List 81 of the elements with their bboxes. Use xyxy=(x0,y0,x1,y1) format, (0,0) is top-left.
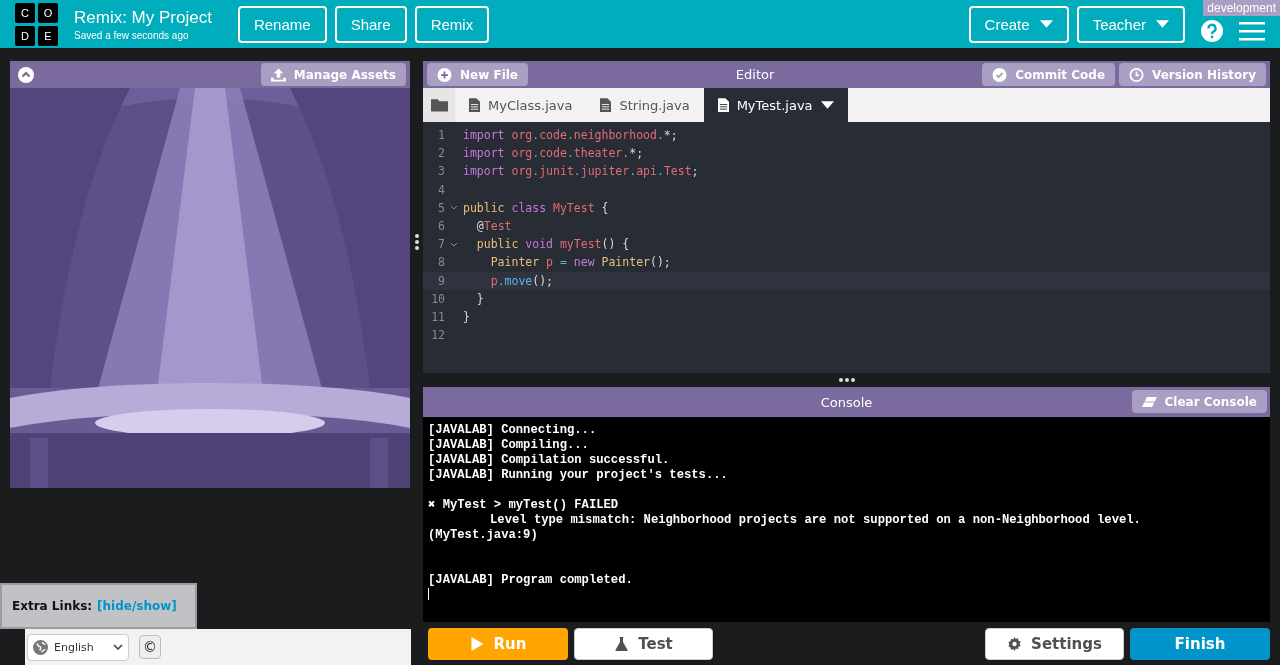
header-button[interactable]: Remix xyxy=(414,5,490,43)
line-number: 11 xyxy=(430,309,445,324)
code-line: } xyxy=(463,309,470,324)
folder-button[interactable] xyxy=(423,88,455,122)
menu-button[interactable]: Teacher xyxy=(1076,5,1185,43)
text-cursor xyxy=(428,588,429,600)
flask-icon xyxy=(614,637,630,651)
line-number: 3 xyxy=(437,164,445,179)
file-icon xyxy=(717,98,729,112)
menu-icon[interactable] xyxy=(1239,21,1265,41)
file-icon xyxy=(469,98,480,112)
console-line: [JAVALAB] Compilation successful. xyxy=(428,453,671,468)
version-history-button[interactable]: Version History xyxy=(1119,63,1266,86)
console-line: (MyTest.java:9) xyxy=(428,528,539,543)
play-icon xyxy=(469,637,485,651)
console-line: [JAVALAB] Running your project's tests... xyxy=(428,468,729,483)
code-line: } xyxy=(475,291,484,306)
header-button[interactable]: Rename xyxy=(237,5,327,43)
upload-icon xyxy=(270,67,286,82)
fold-icon[interactable] xyxy=(450,205,458,211)
clear-console-button[interactable]: Clear Console xyxy=(1131,390,1267,413)
line-number: 6 xyxy=(437,219,445,234)
line-number: 5 xyxy=(437,200,445,215)
line-number: 10 xyxy=(430,291,445,306)
language-select[interactable]: English xyxy=(27,633,129,661)
code-line: public void myTest() { xyxy=(475,237,630,252)
project-title: Remix: My Project xyxy=(74,7,212,28)
console-line: Level type mismatch: Neighborhood projects are not supported on a non-Neighborhood level. xyxy=(489,513,1142,528)
line-number: 12 xyxy=(430,328,445,343)
commit-code-button[interactable]: Commit Code xyxy=(982,63,1116,86)
line-number: 9 xyxy=(437,273,445,288)
editor-title: Editor xyxy=(734,67,776,82)
console-line: ✖ MyTest > myTest() FAILED xyxy=(428,498,620,513)
code-line: import org.code.theater.*; xyxy=(463,146,644,161)
code-line: @Test xyxy=(475,219,512,234)
code-line: p.move(); xyxy=(489,273,554,288)
extra-links-label: Extra Links: xyxy=(12,599,93,613)
line-number: 1 xyxy=(437,128,445,143)
globe-icon xyxy=(33,639,48,655)
caret-icon xyxy=(820,101,834,109)
logo[interactable]: C O D E xyxy=(15,2,58,46)
hide-show-link[interactable]: [hide/show] xyxy=(97,599,177,613)
clock-icon xyxy=(1129,67,1145,82)
manage-assets-button[interactable]: Manage Assets xyxy=(260,63,406,86)
code-line: import org.junit.jupiter.api.Test; xyxy=(463,164,699,179)
help-icon[interactable] xyxy=(1201,20,1223,42)
caret-icon xyxy=(1039,20,1053,28)
line-number: 4 xyxy=(437,182,445,197)
gear-icon xyxy=(1007,637,1023,651)
line-number: 2 xyxy=(437,146,445,161)
line-number: 8 xyxy=(437,255,445,270)
console-title: Console xyxy=(820,394,873,410)
console-line: [JAVALAB] Connecting... xyxy=(428,423,598,438)
check-circle-icon xyxy=(992,67,1008,82)
copyright-button[interactable]: © xyxy=(139,635,161,659)
line-number: 7 xyxy=(437,237,445,252)
header-button[interactable]: Share xyxy=(334,5,407,43)
file-icon xyxy=(600,98,612,112)
menu-button[interactable]: Create xyxy=(968,5,1069,43)
console-line: [JAVALAB] Program completed. xyxy=(428,573,634,588)
run-button[interactable]: Run xyxy=(428,628,568,660)
chevron-icon xyxy=(113,644,123,650)
new-file-button[interactable]: New File xyxy=(427,63,528,86)
environment-badge: development xyxy=(1203,0,1280,16)
file-tab[interactable]: String.java xyxy=(586,88,704,122)
settings-button[interactable]: Settings xyxy=(985,628,1124,660)
finish-button[interactable]: Finish xyxy=(1130,628,1270,660)
code-line: public class MyTest { xyxy=(463,200,609,215)
file-tab[interactable]: MyTest.java xyxy=(703,88,848,122)
plus-circle-icon xyxy=(437,67,452,82)
code-line: import org.code.neighborhood.*; xyxy=(463,128,678,143)
save-status: Saved a few seconds ago xyxy=(74,29,190,41)
file-tab[interactable]: MyClass.java xyxy=(455,88,587,122)
code-line: Painter p = new Painter(); xyxy=(489,255,671,270)
eraser-icon xyxy=(1141,394,1157,409)
console-line: [JAVALAB] Compiling... xyxy=(428,438,590,453)
test-button[interactable]: Test xyxy=(574,628,713,660)
fold-icon[interactable] xyxy=(450,241,458,247)
collapse-icon[interactable] xyxy=(18,66,34,83)
folder-icon xyxy=(430,98,448,112)
caret-icon xyxy=(1156,20,1169,28)
